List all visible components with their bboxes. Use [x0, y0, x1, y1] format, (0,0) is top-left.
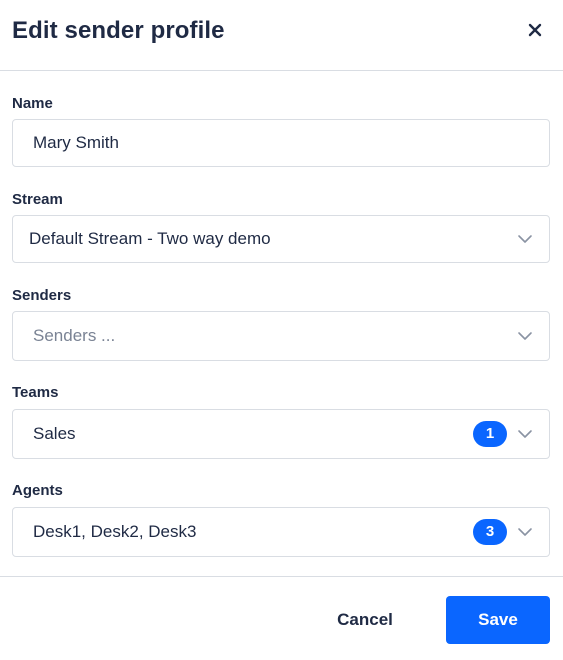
agents-select[interactable]: Desk1, Desk2, Desk3 3 [12, 507, 550, 557]
senders-label: Senders [12, 287, 72, 304]
agents-count-badge: 3 [473, 519, 507, 545]
chevron-down-icon [518, 430, 532, 438]
senders-select[interactable]: Senders ... [12, 311, 550, 361]
teams-count-badge: 1 [473, 421, 507, 447]
stream-label: Stream [12, 191, 63, 208]
senders-select-placeholder: Senders ... [33, 326, 116, 345]
close-icon [528, 23, 542, 37]
chevron-down-icon [518, 528, 532, 536]
agents-select-value: Desk1, Desk2, Desk3 [33, 522, 197, 541]
teams-select-value: Sales [33, 424, 76, 443]
dialog-header: Edit sender profile [0, 0, 563, 71]
stream-select-value: Default Stream - Two way demo [29, 229, 271, 248]
name-input[interactable]: Mary Smith [12, 119, 550, 167]
stream-select[interactable]: Default Stream - Two way demo [12, 215, 550, 263]
teams-select[interactable]: Sales 1 [12, 409, 550, 459]
chevron-down-icon [518, 332, 532, 340]
name-label: Name [12, 95, 53, 112]
name-input-value: Mary Smith [33, 133, 119, 152]
save-button[interactable]: Save [446, 596, 550, 644]
edit-sender-profile-dialog: Edit sender profile Name Mary Smith Stre… [0, 0, 563, 660]
close-button[interactable] [524, 19, 546, 41]
chevron-down-icon [518, 235, 532, 243]
teams-label: Teams [12, 384, 59, 401]
cancel-button[interactable]: Cancel [317, 596, 413, 644]
footer-divider [0, 576, 563, 577]
agents-label: Agents [12, 482, 63, 499]
dialog-title: Edit sender profile [12, 17, 225, 44]
